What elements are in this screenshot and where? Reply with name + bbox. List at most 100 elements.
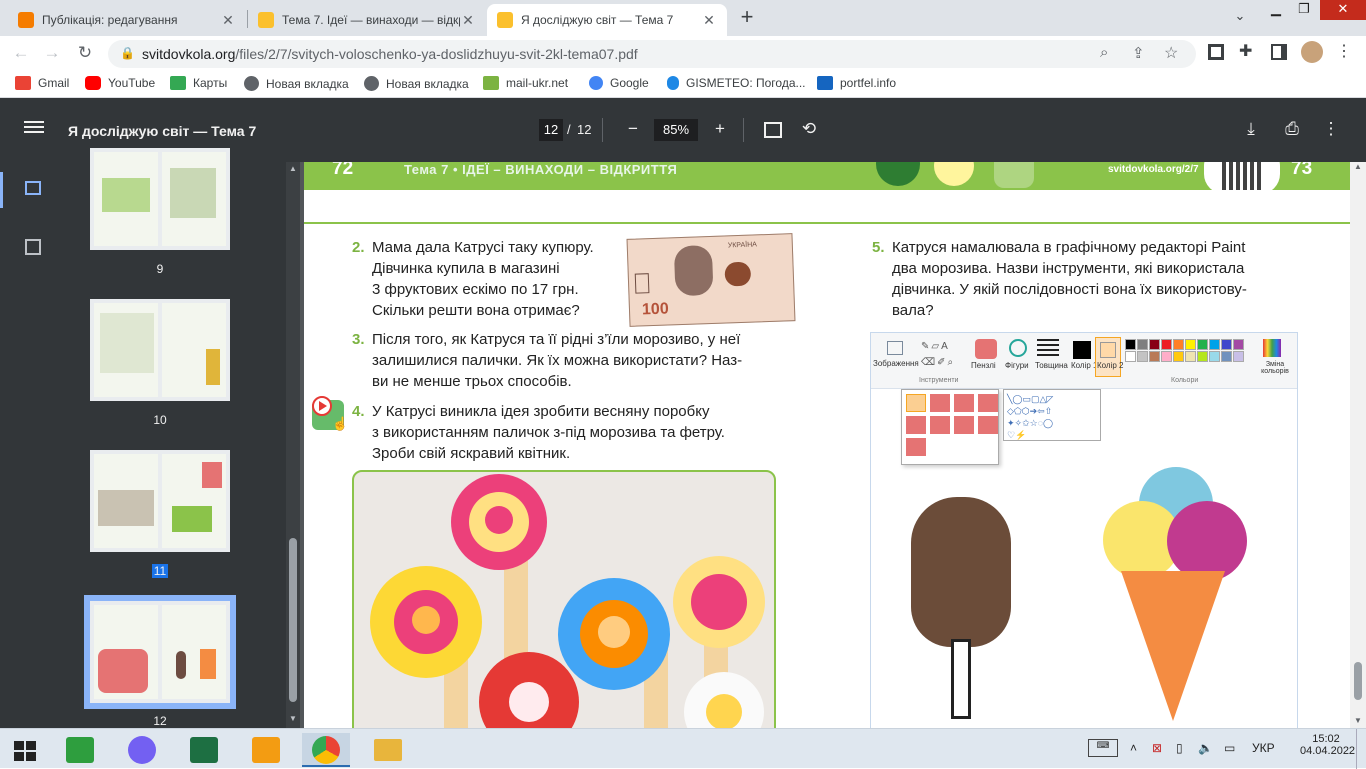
bookmark-new-tab-1[interactable]: Новая вкладка xyxy=(244,76,349,91)
window-close-icon[interactable]: ✕ xyxy=(1320,0,1366,20)
bookmark-google[interactable]: Google xyxy=(589,76,649,90)
thumbnails-view-icon[interactable] xyxy=(20,176,48,204)
thumbnail-page-10[interactable] xyxy=(90,299,230,401)
print-icon[interactable]: ⎙ xyxy=(1281,119,1303,139)
banknote-emblem xyxy=(724,261,752,287)
bookmark-mail-ukr[interactable]: mail-ukr.net xyxy=(483,76,568,90)
pdf-menu-icon[interactable]: ⋮ xyxy=(1320,119,1342,139)
chrome-taskbar-icon[interactable] xyxy=(302,733,350,767)
zoom-in-icon[interactable]: + xyxy=(709,119,731,139)
scroll-down-icon[interactable]: ▼ xyxy=(289,714,297,723)
tray-overflow-icon[interactable]: ˄ xyxy=(1130,741,1137,755)
task-2-text: Мама дала Катрусі таку купюру. Дівчинка … xyxy=(372,239,594,319)
close-icon[interactable]: ✕ xyxy=(460,12,476,29)
clock[interactable]: 15:02 04.04.2022 xyxy=(1300,733,1355,757)
zoom-out-icon[interactable]: − xyxy=(622,119,644,139)
tab-capture-icon[interactable] xyxy=(1208,44,1224,60)
maps-icon xyxy=(170,76,186,90)
bookmark-maps[interactable]: Карты xyxy=(170,76,227,90)
battery-icon[interactable]: ▯ xyxy=(1176,741,1183,755)
new-tab-button[interactable]: + xyxy=(733,6,761,30)
sidebar-toggle-icon[interactable] xyxy=(24,118,44,136)
network-icon[interactable]: ⊠ xyxy=(1152,741,1162,755)
tab-publication[interactable]: Публікація: редагування ✕ xyxy=(8,4,246,36)
restore-icon[interactable]: ❐ xyxy=(1290,0,1318,20)
rotate-icon[interactable]: ⟲ xyxy=(798,119,820,139)
share-icon[interactable]: ⇪ xyxy=(1132,44,1145,62)
menu-dots-icon[interactable]: ⋮ xyxy=(1336,41,1352,61)
app-green-icon[interactable] xyxy=(56,733,104,767)
pdf-viewport[interactable]: 72 Тема 7 • ІДЕЇ – ВИНАХОДИ – ВІДКРИТТЯ … xyxy=(300,162,1350,728)
address-bar[interactable]: 🔒 svitdovkola.org/files/2/7/svitych-volo… xyxy=(108,40,1196,68)
close-icon[interactable]: ✕ xyxy=(220,12,236,29)
bookmarks-bar: Gmail YouTube Карты Новая вкладка Новая … xyxy=(0,70,1366,98)
color1-swatch xyxy=(1073,341,1091,359)
show-desktop-button[interactable] xyxy=(1356,729,1366,769)
back-icon[interactable]: ← xyxy=(10,42,32,64)
palette-swatch xyxy=(1185,339,1196,350)
bookmark-youtube[interactable]: YouTube xyxy=(85,76,155,90)
sidebar-scrollbar[interactable]: ▲ ▼ xyxy=(286,162,300,728)
task-number: 5. xyxy=(872,239,885,256)
tab-theme7[interactable]: Тема 7. Ідеї — винаходи — відкр ✕ xyxy=(248,4,486,36)
extensions-icon[interactable]: ✚ xyxy=(1239,41,1252,61)
page-scrollbar[interactable]: ▲ ▼ xyxy=(1350,162,1366,728)
palette-swatch xyxy=(1137,339,1148,350)
zoom-input[interactable]: 85% xyxy=(654,119,698,141)
youtube-icon xyxy=(85,76,101,90)
lock-icon[interactable]: 🔒 xyxy=(120,46,135,60)
banknote-image: УКРАЇНА 100 xyxy=(626,233,796,327)
flower-red xyxy=(479,652,579,728)
task-number: 2. xyxy=(352,239,365,256)
image-label: Зображення xyxy=(873,359,919,368)
task-number: 3. xyxy=(352,331,365,348)
scroll-up-icon[interactable]: ▲ xyxy=(1354,162,1362,171)
bookmark-portfel[interactable]: portfel.info xyxy=(817,76,896,90)
download-icon[interactable]: ⤓ xyxy=(1240,119,1262,139)
onscreen-keyboard-icon[interactable]: ▭ xyxy=(1224,741,1235,755)
minimize-icon[interactable]: ▁ xyxy=(1262,0,1290,20)
sidebar-scroll-thumb[interactable] xyxy=(289,538,297,702)
reload-icon[interactable]: ↻ xyxy=(74,42,96,64)
start-button[interactable] xyxy=(0,733,48,767)
bookmark-star-icon[interactable]: ☆ xyxy=(1164,43,1178,63)
forward-icon[interactable]: → xyxy=(41,42,63,64)
profile-avatar[interactable] xyxy=(1301,41,1323,63)
bookmark-gismeteo[interactable]: GISMETEO: Погода... xyxy=(667,76,806,90)
zoom-icon[interactable]: ⌕ xyxy=(1100,44,1108,61)
page-number-input[interactable]: 12 xyxy=(539,119,563,141)
video-play-button[interactable]: ☝ xyxy=(312,396,348,431)
palette-swatch xyxy=(1209,351,1220,362)
browser-toolbar: ← → ↻ 🔒 svitdovkola.org/files/2/7/svityc… xyxy=(0,36,1366,70)
thumbnail-page-11[interactable] xyxy=(90,450,230,552)
weather-icon xyxy=(667,76,679,90)
flower-craft-illustration xyxy=(370,474,765,728)
bookmark-new-tab-2[interactable]: Новая вкладка xyxy=(364,76,469,91)
scroll-down-icon[interactable]: ▼ xyxy=(1354,716,1362,725)
scroll-up-icon[interactable]: ▲ xyxy=(289,164,297,173)
flower-pink xyxy=(451,474,547,570)
media-player-icon[interactable] xyxy=(242,733,290,767)
close-icon[interactable]: ✕ xyxy=(701,12,717,29)
tab-pdf-active[interactable]: Я досліджую світ — Тема 7 ✕ xyxy=(487,4,727,36)
side-panel-icon[interactable] xyxy=(1271,44,1287,60)
outline-view-icon[interactable] xyxy=(20,234,48,262)
paint-ribbon: Зображення ✎▱A ⌫✐⌕ Інструменти Пензлі Фі… xyxy=(871,333,1297,389)
viber-icon[interactable] xyxy=(118,733,166,767)
tab-search-icon[interactable]: ⌄ xyxy=(1228,8,1252,28)
volume-icon[interactable]: 🔈 xyxy=(1198,741,1213,755)
thumbnail-page-12[interactable] xyxy=(90,601,230,703)
file-explorer-icon[interactable] xyxy=(364,733,412,767)
palette-swatch xyxy=(1197,339,1208,350)
fit-page-icon[interactable] xyxy=(764,122,782,138)
bookmark-gmail[interactable]: Gmail xyxy=(15,76,69,90)
banknote-country: УКРАЇНА xyxy=(727,241,758,250)
page-scroll-thumb[interactable] xyxy=(1354,662,1362,700)
excel-icon[interactable] xyxy=(180,733,228,767)
language-indicator[interactable]: УКР xyxy=(1252,741,1275,755)
keyboard-icon[interactable]: ⌨ xyxy=(1088,739,1118,757)
url-text[interactable]: svitdovkola.org/files/2/7/svitych-volosc… xyxy=(142,46,638,62)
thumbnail-page-9[interactable] xyxy=(90,148,230,250)
shapes-icon xyxy=(1009,339,1027,357)
image-icon xyxy=(887,341,903,355)
